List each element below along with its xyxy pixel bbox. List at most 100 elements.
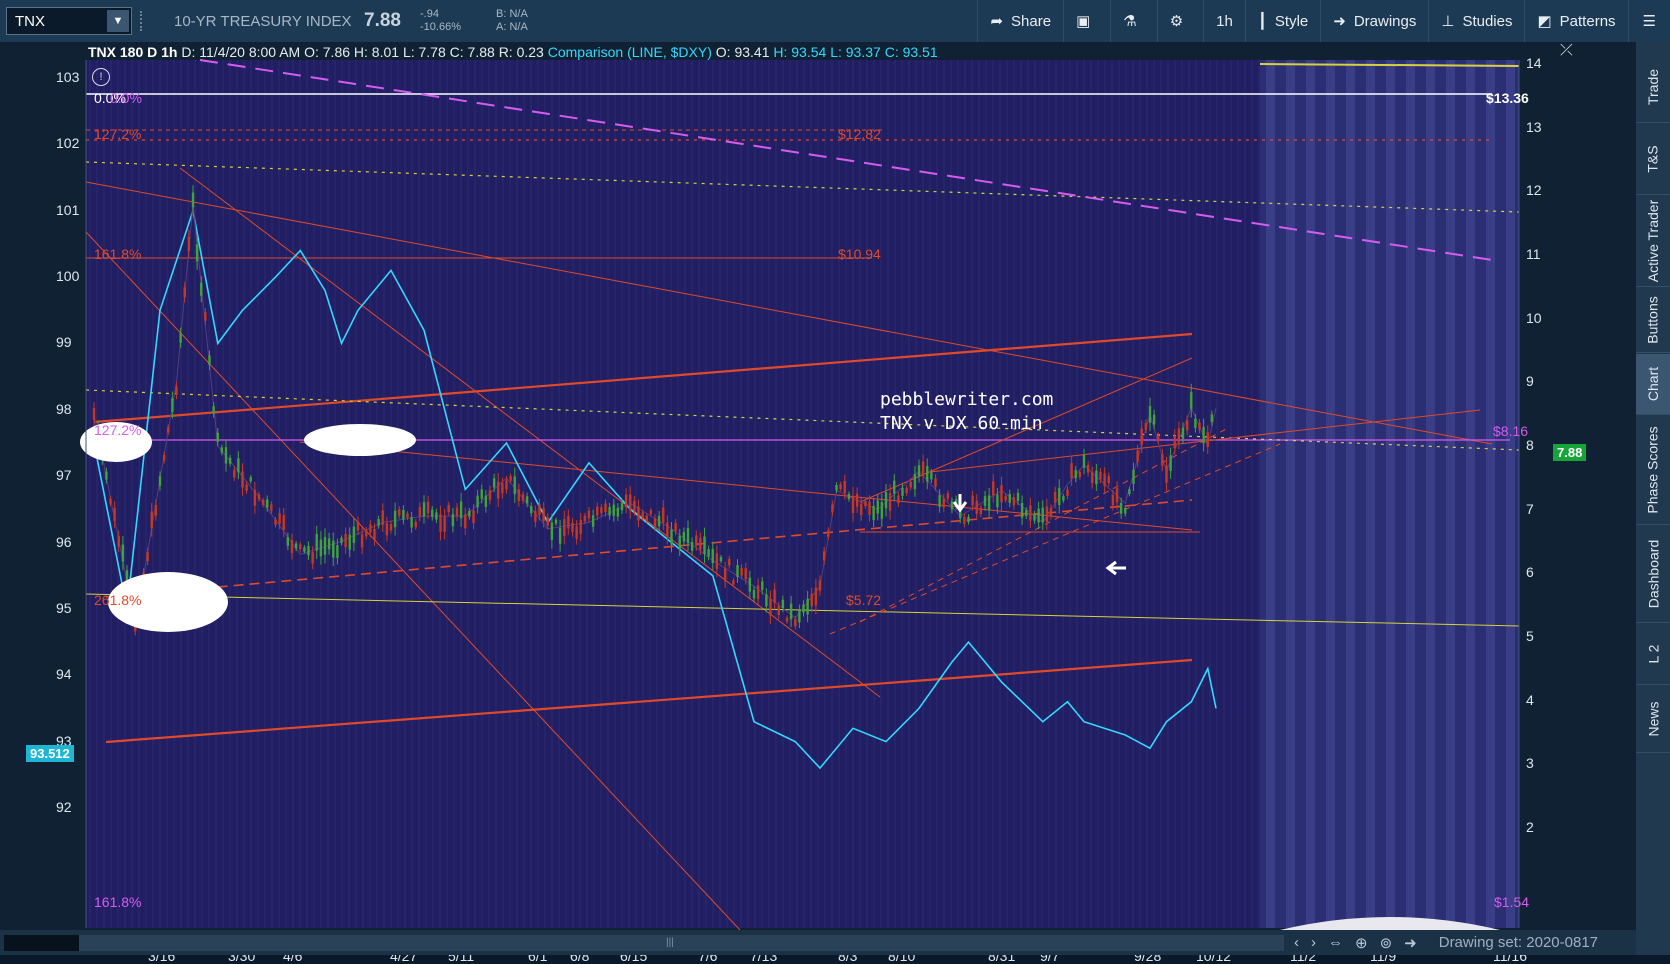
gear-icon: ⚙ [1169,13,1184,30]
symbol-text[interactable]: TNX [7,13,45,30]
candle-body [204,312,207,321]
future-stripe [1466,60,1475,928]
candle-body [563,519,566,536]
rail-l2[interactable]: L 2 [1636,624,1670,685]
candle-body [1165,465,1168,483]
menu-button[interactable]: ☰ [1627,0,1670,42]
candle-body [1111,495,1115,506]
watermark-site: pebblewriter.com [880,389,1054,410]
candle-body [228,457,232,464]
chart-settings-button[interactable]: ▣ [1063,0,1110,42]
info-icon[interactable]: ! [92,68,110,86]
candle-body [711,548,714,564]
candle-body [484,495,488,508]
candle-body [657,515,661,527]
candle-body [1136,450,1139,462]
candle-body [591,515,595,527]
header-low: L: 7.78 [402,44,446,60]
scroll-right-icon[interactable]: › [1311,934,1316,951]
scroll-left-icon[interactable]: ‹ [1294,934,1299,951]
candle-body [439,514,442,532]
flask-button[interactable]: ⚗ [1110,0,1156,42]
candle-body [340,537,343,543]
header-c-low: L: 93.37 [830,44,881,60]
rail-buttons[interactable]: Buttons [1636,288,1670,353]
style-button[interactable]: ┃ Style [1244,0,1320,42]
candle-body [327,538,331,550]
candle-body [1004,496,1007,501]
patterns-button[interactable]: ◩ Patterns [1524,0,1627,42]
scrollbar-thumb[interactable] [4,934,79,951]
symbol-selector[interactable]: TNX ▼ [6,7,132,35]
chart-area[interactable]: 92 93 94 95 96 97 98 99 100 101 102 103 2 3 4 5 6 7 8 9 10 1… [0,42,1636,964]
candle-body [1029,505,1032,521]
price-chart[interactable] [0,42,1636,930]
candle-body [175,386,178,395]
candle-body [996,494,999,508]
candle-body [125,570,129,581]
settings-button[interactable]: ⚙ [1156,0,1203,42]
candle-body [241,471,244,488]
chevron-down-icon[interactable]: ▼ [107,10,129,32]
collapse-icon[interactable]: ⤫ [1560,42,1573,60]
rail-phase-scores[interactable]: Phase Scores [1636,416,1670,525]
rail-ts[interactable]: T&S [1636,124,1670,195]
right-axis-tick: 2 [1526,819,1534,836]
candle-body [162,454,166,461]
expand-icon[interactable]: ⇔ [1328,934,1343,951]
candle-body [1115,488,1119,503]
candle-body [616,507,620,517]
zoom-icon[interactable]: ⊚ [1380,934,1393,952]
rail-news[interactable]: News [1636,686,1670,753]
right-axis-tick: 12 [1526,182,1542,199]
candle-body [323,537,327,555]
drag-handle-icon[interactable] [140,11,150,31]
rail-trade[interactable]: Trade [1636,52,1670,123]
drawing-set-label[interactable]: Drawing set: 2020-0817 [1439,934,1598,951]
candle-body [546,517,549,526]
candle-body [282,515,285,530]
candle-body [1157,435,1160,442]
candle-body [575,526,578,539]
candle-body [1058,487,1061,506]
rail-active-trader[interactable]: Active Trader [1636,196,1670,287]
candle-body [1210,414,1214,423]
candle-body [348,534,351,550]
future-stripe [1266,60,1275,928]
share-button[interactable]: ➦ Share [977,0,1063,42]
candle-body [818,580,822,591]
right-axis-tick: 13 [1526,118,1542,135]
timeframe-button[interactable]: 1h [1203,0,1245,42]
candle-body [311,552,314,564]
drawings-button[interactable]: ➜ Drawings [1320,0,1428,42]
candle-body [1025,510,1028,517]
candle-body [637,506,640,521]
candle-body [1049,508,1053,516]
candle-body [402,509,405,520]
header-comparison: Comparison (LINE, $DXY) [547,44,712,60]
candle-body [633,500,636,511]
candle-body [307,545,310,556]
candle-body [389,523,393,531]
right-axis-tick: 8 [1526,437,1534,454]
crosshair-icon[interactable]: ⊕ [1355,934,1368,952]
candle-body [1103,473,1106,487]
candle-body [530,506,533,514]
drawing-arrow-icon[interactable]: ➜ [1404,934,1417,952]
scrollbar-grip-icon[interactable]: ||| [666,937,674,948]
candle-body [109,498,112,504]
header-high: H: 8.01 [353,44,400,60]
rail-chart[interactable]: Chart [1636,354,1670,415]
studies-button[interactable]: ⊥ Studies [1428,0,1524,42]
candle-body [455,507,459,517]
candle-body [855,493,859,507]
candle-body [385,522,389,536]
candle-body [682,532,686,542]
candle-body [926,466,929,482]
candle-body [781,599,785,609]
right-sidebar: Trade T&S Active Trader Buttons Chart Ph… [1636,42,1670,955]
candle-body [888,493,892,511]
horizontal-scrollbar[interactable]: ||| [4,934,1284,951]
rail-dashboard[interactable]: Dashboard [1636,526,1670,623]
candle-body [629,494,632,511]
